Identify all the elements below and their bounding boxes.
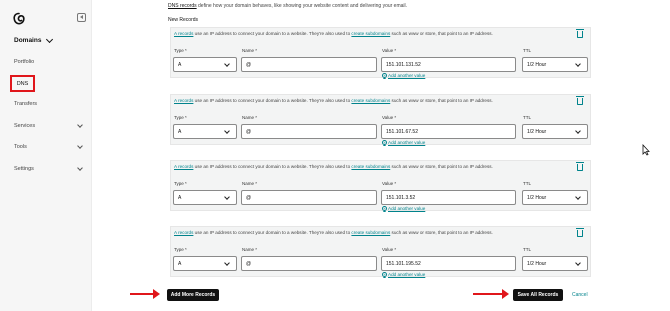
record-card: A records use an IP address to connect y…: [170, 226, 591, 277]
plus-circle-icon: +: [382, 205, 387, 211]
name-label: Name *: [242, 48, 258, 53]
ttl-select[interactable]: 1/2 Hour: [522, 124, 588, 139]
collapse-sidebar-icon[interactable]: [77, 13, 86, 22]
ttl-label: TTL: [523, 115, 532, 120]
section-title: New Records: [168, 17, 199, 23]
red-arrow-annotation: [130, 289, 160, 299]
create-subdomains-link[interactable]: create subdomains: [351, 230, 390, 235]
add-another-value-link[interactable]: + Add another value: [382, 140, 425, 145]
chevron-down-icon: [77, 165, 83, 171]
cancel-link[interactable]: Cancel: [572, 292, 588, 298]
name-label: Name *: [242, 181, 258, 186]
chevron-down-icon: [575, 128, 581, 134]
mouse-cursor-icon: [642, 144, 650, 156]
sidebar-item-label: DNS: [16, 80, 29, 87]
plus-circle-icon: +: [382, 271, 387, 277]
chevron-down-icon: [224, 61, 230, 67]
ttl-select[interactable]: 1/2 Hour: [522, 57, 588, 72]
type-select[interactable]: A: [173, 190, 237, 205]
trash-icon[interactable]: [576, 29, 584, 38]
name-input[interactable]: @: [241, 57, 377, 72]
chevron-down-icon: [575, 260, 581, 266]
chevron-down-icon: [77, 143, 83, 149]
record-description: A records use an IP address to connect y…: [174, 164, 493, 169]
intro-text: DNS records define how your domain behav…: [168, 3, 408, 9]
save-all-records-button[interactable]: Save All Records: [513, 289, 563, 301]
dns-records-link[interactable]: DNS records: [168, 3, 197, 9]
name-label: Name *: [242, 115, 258, 120]
record-description: A records use an IP address to connect y…: [174, 230, 493, 235]
record-card: A records use an IP address to connect y…: [170, 27, 591, 78]
sidebar-domains-label: Domains: [14, 37, 42, 44]
record-card: A records use an IP address to connect y…: [170, 160, 591, 211]
ttl-select[interactable]: 1/2 Hour: [522, 256, 588, 271]
record-description: A records use an IP address to connect y…: [174, 98, 493, 103]
create-subdomains-link[interactable]: create subdomains: [351, 98, 390, 103]
create-subdomains-link[interactable]: create subdomains: [351, 31, 390, 36]
name-input[interactable]: @: [241, 256, 377, 271]
ttl-select[interactable]: 1/2 Hour: [522, 190, 588, 205]
name-input[interactable]: @: [241, 190, 377, 205]
plus-circle-icon: +: [382, 139, 387, 145]
value-input[interactable]: 151.101.67.52: [381, 124, 516, 139]
sidebar-item-tools[interactable]: Tools: [14, 144, 27, 150]
sidebar-item-services[interactable]: Services: [14, 123, 35, 129]
add-another-value-link[interactable]: + Add another value: [382, 73, 425, 78]
type-label: Type *: [174, 115, 187, 120]
ttl-label: TTL: [523, 181, 532, 186]
type-select[interactable]: A: [173, 57, 237, 72]
add-more-records-button[interactable]: Add More Records: [167, 289, 219, 301]
value-label: Value *: [382, 181, 397, 186]
a-records-link[interactable]: A records: [174, 31, 193, 36]
sidebar-item-settings[interactable]: Settings: [14, 166, 34, 172]
name-input[interactable]: @: [241, 124, 377, 139]
add-another-value-link[interactable]: + Add another value: [382, 206, 425, 211]
ttl-label: TTL: [523, 247, 532, 252]
chevron-down-icon: [575, 194, 581, 200]
value-label: Value *: [382, 48, 397, 53]
a-records-link[interactable]: A records: [174, 230, 193, 235]
plus-circle-icon: +: [382, 72, 387, 78]
a-records-link[interactable]: A records: [174, 164, 193, 169]
godaddy-logo-icon[interactable]: [12, 12, 26, 26]
sidebar: Domains Portfolio DNS Transfers Services…: [0, 0, 92, 311]
chevron-down-icon: [224, 260, 230, 266]
record-card: A records use an IP address to connect y…: [170, 94, 591, 145]
name-label: Name *: [242, 247, 258, 252]
value-label: Value *: [382, 115, 397, 120]
record-description: A records use an IP address to connect y…: [174, 31, 493, 36]
main-content: DNS records define how your domain behav…: [92, 0, 670, 311]
value-input[interactable]: 151.101.195.52: [381, 256, 516, 271]
chevron-down-icon: [224, 128, 230, 134]
a-records-link[interactable]: A records: [174, 98, 193, 103]
sidebar-item-portfolio[interactable]: Portfolio: [14, 59, 34, 65]
chevron-down-icon: [77, 122, 83, 128]
type-select[interactable]: A: [173, 256, 237, 271]
red-arrow-annotation: [473, 289, 509, 299]
sidebar-item-transfers[interactable]: Transfers: [14, 101, 37, 107]
trash-icon[interactable]: [576, 162, 584, 171]
type-label: Type *: [174, 247, 187, 252]
chevron-down-icon: [575, 61, 581, 67]
ttl-label: TTL: [523, 48, 532, 53]
sidebar-domains-header[interactable]: Domains: [14, 35, 54, 44]
type-label: Type *: [174, 48, 187, 53]
value-input[interactable]: 151.101.3.52: [381, 190, 516, 205]
trash-icon[interactable]: [576, 228, 584, 237]
add-another-value-link[interactable]: + Add another value: [382, 272, 425, 277]
type-select[interactable]: A: [173, 124, 237, 139]
sidebar-item-dns[interactable]: DNS: [10, 75, 35, 92]
type-label: Type *: [174, 181, 187, 186]
trash-icon[interactable]: [576, 96, 584, 105]
value-label: Value *: [382, 247, 397, 252]
chevron-down-icon: [224, 194, 230, 200]
chevron-down-icon: [46, 35, 54, 43]
create-subdomains-link[interactable]: create subdomains: [351, 164, 390, 169]
value-input[interactable]: 151.101.131.52: [381, 57, 516, 72]
